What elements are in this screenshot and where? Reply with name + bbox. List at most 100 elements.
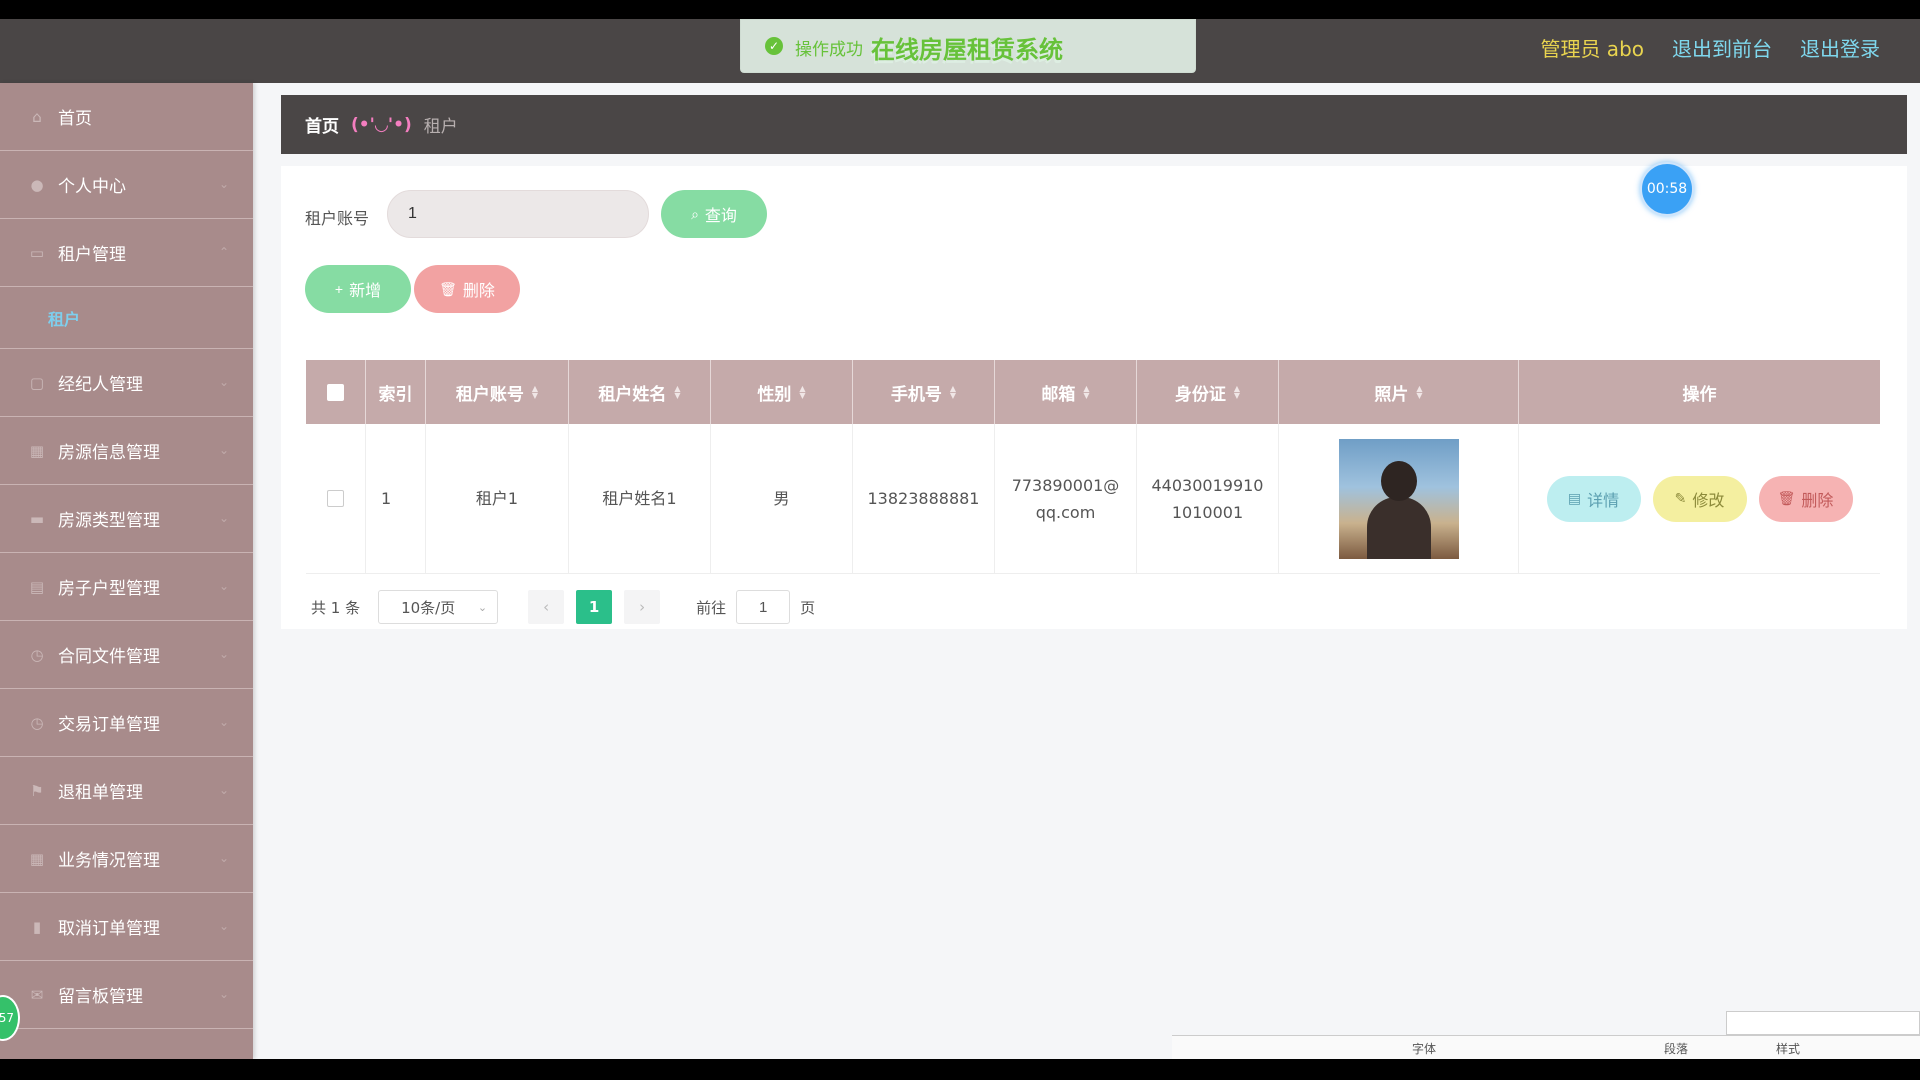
column-header-gender[interactable]: 性别 ▲ ▼ [711, 360, 853, 424]
sidebar-item-label: 房源类型管理 [58, 511, 160, 531]
timer-badge[interactable]: 00:58 [1640, 162, 1694, 216]
sidebar-item-listing-management[interactable]: ▦ 房源信息管理 ⌄ [0, 417, 253, 485]
detail-button[interactable]: ▤ 详情 [1546, 475, 1641, 522]
floating-input-box[interactable] [1726, 1011, 1920, 1035]
page-number-current[interactable]: 1 [576, 590, 613, 624]
column-header-photo[interactable]: 照片 ▲ ▼ [1279, 360, 1519, 424]
sidebar-item-cancel-order-management[interactable]: ▮ 取消订单管理 ⌄ [0, 893, 253, 961]
toast-message: 操作成功 [795, 40, 863, 60]
batch-delete-button[interactable]: 🗑 删除 [414, 265, 520, 313]
sidebar-item-contract-management[interactable]: ◷ 合同文件管理 ⌄ [0, 621, 253, 689]
cell-index: 1 [366, 424, 426, 573]
sidebar-item-label: 留言板管理 [58, 987, 143, 1007]
prev-page-button[interactable]: ‹ [528, 590, 565, 624]
sidebar-item-label: 房源信息管理 [58, 443, 160, 463]
tenant-account-input[interactable] [387, 190, 649, 238]
chevron-down-icon: ⌄ [477, 600, 488, 614]
query-button[interactable]: ⌕ 查询 [661, 190, 767, 238]
edit-button[interactable]: ✎ 修改 [1652, 475, 1747, 522]
row-checkbox[interactable] [327, 490, 344, 507]
sidebar-item-agent-management[interactable]: ▢ 经纪人管理 ⌄ [0, 349, 253, 417]
next-page-button[interactable]: › [624, 590, 661, 624]
clock-icon: ◷ [30, 713, 44, 732]
sidebar-item-label: 经纪人管理 [58, 375, 143, 395]
folder-icon: ▭ [29, 243, 45, 262]
exit-to-front-link[interactable]: 退出到前台 [1672, 33, 1772, 62]
sidebar-item-profile[interactable]: ● 个人中心 ⌄ [0, 151, 253, 219]
sort-icon: ▲ ▼ [949, 384, 957, 400]
column-header-account[interactable]: 租户账号 ▲ ▼ [426, 360, 569, 424]
cell-email: 773890001@ qq.com [995, 424, 1137, 573]
sidebar-subitem-label: 租户 [48, 309, 81, 329]
row-delete-button[interactable]: 🗑 删除 [1758, 475, 1853, 522]
sort-icon: ▲ ▼ [1083, 384, 1090, 400]
sidebar-item-label: 租户管理 [58, 245, 126, 265]
toolbar-font[interactable]: 字体 [1412, 1040, 1436, 1057]
sidebar-item-home[interactable]: ⌂ 首页 [0, 83, 253, 151]
query-button-label: 查询 [704, 208, 737, 225]
search-icon: ⌕ [691, 205, 699, 222]
column-header-index: 索引 [366, 360, 426, 424]
sidebar-item-label: 房子户型管理 [58, 579, 160, 599]
sidebar-item-tenant-management[interactable]: ▭ 租户管理 ⌃ [0, 219, 253, 287]
cell-account: 租户1 [426, 424, 569, 573]
tenant-table: 索引 租户账号 ▲ ▼ 租户姓名 ▲ ▼ 性别 ▲ ▼ 手机号 ▲ ▼ 邮箱 ▲ ▼ 身份证 ▲ ▼ 照… [306, 360, 1880, 574]
id-line-1: 44030019910 [1151, 475, 1264, 495]
header-select-all [306, 360, 366, 424]
table-header: 索引 租户账号 ▲ ▼ 租户姓名 ▲ ▼ 性别 ▲ ▼ 手机号 ▲ ▼ 邮箱 ▲ ▼ 身份证 ▲ ▼ 照… [306, 360, 1880, 424]
breadcrumb-home[interactable]: 首页 [305, 112, 339, 137]
add-button[interactable]: + 新增 [305, 265, 411, 313]
toolbar-paragraph[interactable]: 段落 [1664, 1040, 1688, 1057]
home-icon: ⌂ [32, 107, 42, 126]
admin-label: 管理员 abo [1540, 37, 1644, 61]
sidebar-item-label: 交易订单管理 [58, 715, 160, 735]
chevron-down-icon: ⌄ [218, 177, 229, 191]
select-all-checkbox[interactable] [327, 383, 344, 401]
flag-icon: ⚑ [30, 781, 44, 800]
goto-prefix: 前往 [696, 598, 727, 617]
sidebar-item-message-board-management[interactable]: ✉ 留言板管理 ⌄ [0, 961, 253, 1029]
chevron-down-icon: ⌄ [218, 375, 229, 389]
column-header-email[interactable]: 邮箱 ▲ ▼ [995, 360, 1137, 424]
add-button-label: 新增 [349, 283, 382, 300]
batch-delete-label: 删除 [462, 283, 495, 300]
goto-page-input[interactable] [736, 590, 791, 624]
logout-link[interactable]: 退出登录 [1800, 33, 1880, 62]
column-header-id-card[interactable]: 身份证 ▲ ▼ [1137, 360, 1279, 424]
sort-icon: ▲ ▼ [1416, 384, 1423, 400]
email-line-2: qq.com [1035, 502, 1096, 522]
sidebar-item-business-management[interactable]: ▦ 业务情况管理 ⌄ [0, 825, 253, 893]
check-circle-icon: ✓ [765, 37, 783, 55]
chevron-down-icon: ⌄ [218, 919, 229, 933]
toolbar-style[interactable]: 样式 [1776, 1040, 1800, 1057]
clock-icon: ◷ [30, 645, 44, 664]
tenant-photo[interactable] [1338, 438, 1459, 559]
chevron-down-icon: ⌄ [218, 647, 229, 661]
success-toast: ✓ 操作成功 在线房屋租赁系统 [740, 19, 1196, 73]
plus-icon: + [334, 281, 344, 297]
sort-icon: ▲ ▼ [799, 384, 806, 400]
photo-figure-body [1366, 496, 1431, 559]
column-header-phone[interactable]: 手机号 ▲ ▼ [853, 360, 995, 424]
content-panel: 租户账号 ⌕ 查询 + 新增 🗑 删除 索引 租户账号▲▼ 租户姓名▲▼ 性别▲… [281, 166, 1907, 629]
top-links: 管理员 abo 退出到前台 退出登录 [1540, 33, 1880, 62]
sidebar-item-label: 退租单管理 [58, 783, 143, 803]
chevron-right-icon: › [639, 598, 646, 616]
sidebar-item-label: 业务情况管理 [58, 851, 160, 871]
sidebar-item-checkout-management[interactable]: ⚑ 退租单管理 ⌄ [0, 757, 253, 825]
trash-icon: 🗑 [439, 280, 457, 297]
sidebar-subitem-tenant[interactable]: 租户 [0, 287, 253, 349]
sidebar-item-layout-management[interactable]: ▤ 房子户型管理 ⌄ [0, 553, 253, 621]
sidebar-item-order-management[interactable]: ◷ 交易订单管理 ⌄ [0, 689, 253, 757]
column-header-name[interactable]: 租户姓名 ▲ ▼ [569, 360, 711, 424]
breadcrumb: 首页 (•'◡'•) 租户 [281, 95, 1907, 154]
sidebar: ⌂ 首页 ● 个人中心 ⌄ ▭ 租户管理 ⌃ 租户 ▢ 经纪人管理 ⌄ ▦ 房源… [0, 83, 253, 1059]
row-select-cell [306, 424, 366, 573]
email-line-1: 773890001@ [1011, 475, 1120, 495]
id-line-2: 1010001 [1171, 502, 1244, 522]
chevron-down-icon: ⌄ [218, 987, 229, 1001]
document-icon: ▤ [1567, 490, 1582, 506]
page-size-select[interactable]: 10条/页 ⌄ [378, 590, 499, 624]
pagination: 共 1 条 10条/页 ⌄ ‹ 1 › 前往 页 [311, 590, 815, 624]
sidebar-item-listing-type-management[interactable]: ▬ 房源类型管理 ⌄ [0, 485, 253, 553]
